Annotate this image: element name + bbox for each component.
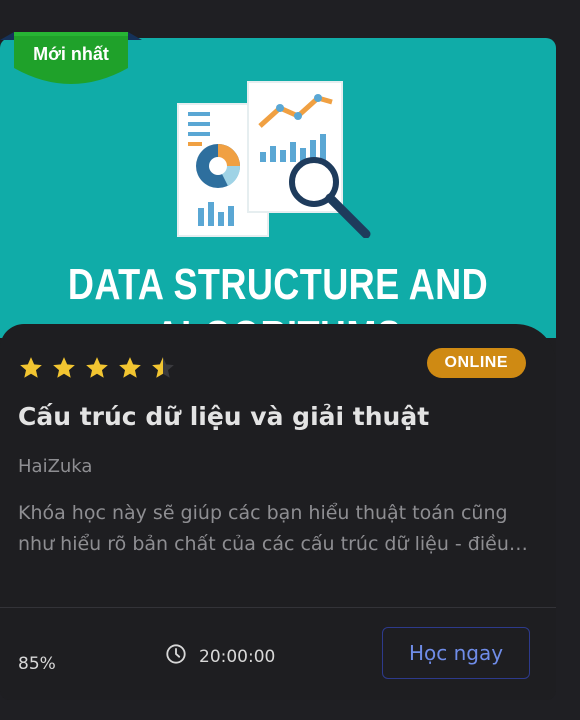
divider [0,607,556,608]
rating-stars [18,355,176,381]
online-badge: ONLINE [426,348,526,378]
description-line: Khóa học này sẽ giúp các bạn hiểu thuật … [18,502,508,524]
course-author[interactable]: HaiZuka [18,456,92,477]
course-info: ONLINE Cấu trúc dữ liệu và giải thuật Ha… [0,324,556,700]
description-line: như hiểu rõ bản chất của các cấu trúc dữ… [18,533,528,555]
course-description: Khóa học này sẽ giúp các bạn hiểu thuật … [18,498,533,560]
duration-value: 20:00:00 [199,646,276,667]
thumbnail-title-line1: DATA STRUCTURE AND [67,260,489,309]
data-report-illustration [177,81,371,238]
course-duration: 20:00:00 [165,643,275,670]
clock-icon [165,643,187,670]
star-full-icon [84,355,110,381]
learn-now-button[interactable]: Học ngay [382,627,530,679]
course-title[interactable]: Cấu trúc dữ liệu và giải thuật [18,402,429,431]
course-card[interactable]: DATA STRUCTURE AND ALGORITHMS ONLINE Cấu… [0,38,556,700]
star-full-icon [18,355,44,381]
star-full-icon [51,355,77,381]
ribbon-label: Mới nhất [33,44,109,64]
star-full-icon [117,355,143,381]
star-half-icon [150,355,176,381]
progress-percent: 85% [18,654,56,674]
